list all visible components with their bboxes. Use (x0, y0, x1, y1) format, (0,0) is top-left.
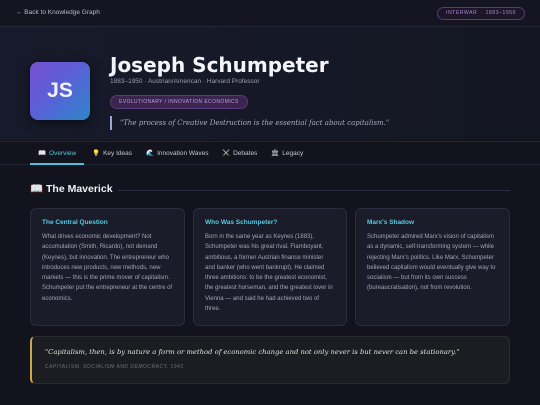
tab-label: Overview (49, 150, 77, 157)
tab-label: Legacy (282, 150, 304, 157)
era-years: 1883–1950 (485, 10, 516, 16)
tab-legacy[interactable]: 🏛 Legacy (271, 142, 303, 165)
hero-quote: "The process of Creative Destruction is … (110, 116, 389, 130)
avatar-initials: JS (47, 79, 73, 102)
card-body: Born in the same year as Keynes (1883), … (205, 234, 333, 313)
card-central-question: The Central Question What drives economi… (30, 208, 185, 326)
tab-label: Debates (233, 150, 258, 157)
book-icon: 📖 (30, 183, 44, 195)
card-marxs-shadow: Marx's Shadow Schumpeter admired Marx's … (355, 208, 510, 326)
back-to-knowledge-graph-link[interactable]: ← Back to Knowledge Graph (16, 9, 100, 16)
tab-bar: 📖 Overview 💡 Key Ideas 🌊 Innovation Waves ⚔… (0, 141, 540, 165)
card-title: Who Was Schumpeter? (205, 219, 278, 226)
page-title: Joseph Schumpeter (110, 53, 329, 77)
card-title: The Central Question (42, 219, 108, 226)
tab-overview[interactable]: 📖 Overview (30, 142, 85, 165)
tab-debates[interactable]: ⚔️ Debates (222, 142, 257, 165)
section-title-text: The Maverick (46, 183, 113, 195)
card-body: Schumpeter admired Marx's vision of capi… (367, 234, 496, 292)
section-divider (118, 190, 510, 191)
section-title: 📖 The Maverick (30, 182, 113, 195)
pull-quote-source: CAPITALISM, SOCIALISM AND DEMOCRACY, 194… (45, 364, 184, 370)
tab-label: Key Ideas (103, 150, 133, 157)
card-who-was-schumpeter: Who Was Schumpeter? Born in the same yea… (193, 208, 347, 326)
classical-building-icon: 🏛 (271, 150, 280, 157)
avatar: JS (30, 62, 90, 120)
crossed-swords-icon: ⚔️ (222, 150, 231, 157)
era-label: INTERWAR (446, 10, 478, 16)
book-icon: 📖 (38, 150, 47, 157)
lightbulb-icon: 💡 (92, 150, 101, 157)
pull-quote-text: "Capitalism, then, is by nature a form o… (45, 348, 460, 356)
tab-innovation-waves[interactable]: 🌊 Innovation Waves (146, 142, 209, 165)
top-bar: ← Back to Knowledge Graph INTERWAR · 1883–… (0, 0, 540, 27)
person-meta: 1883–1950 · Austrian/American · Harvard … (110, 78, 260, 85)
card-title: Marx's Shadow (367, 219, 415, 226)
pull-quote: "Capitalism, then, is by nature a form o… (30, 336, 510, 384)
card-body: What drives economic development? Not ac… (42, 234, 173, 302)
tab-key-ideas[interactable]: 💡 Key Ideas (92, 142, 132, 165)
school-badge: EVOLUTIONARY / INNOVATION ECONOMICS (110, 95, 248, 109)
era-badge: INTERWAR · 1883–1950 (437, 7, 525, 20)
tab-label: Innovation Waves (157, 150, 209, 157)
wave-icon: 🌊 (146, 150, 155, 157)
